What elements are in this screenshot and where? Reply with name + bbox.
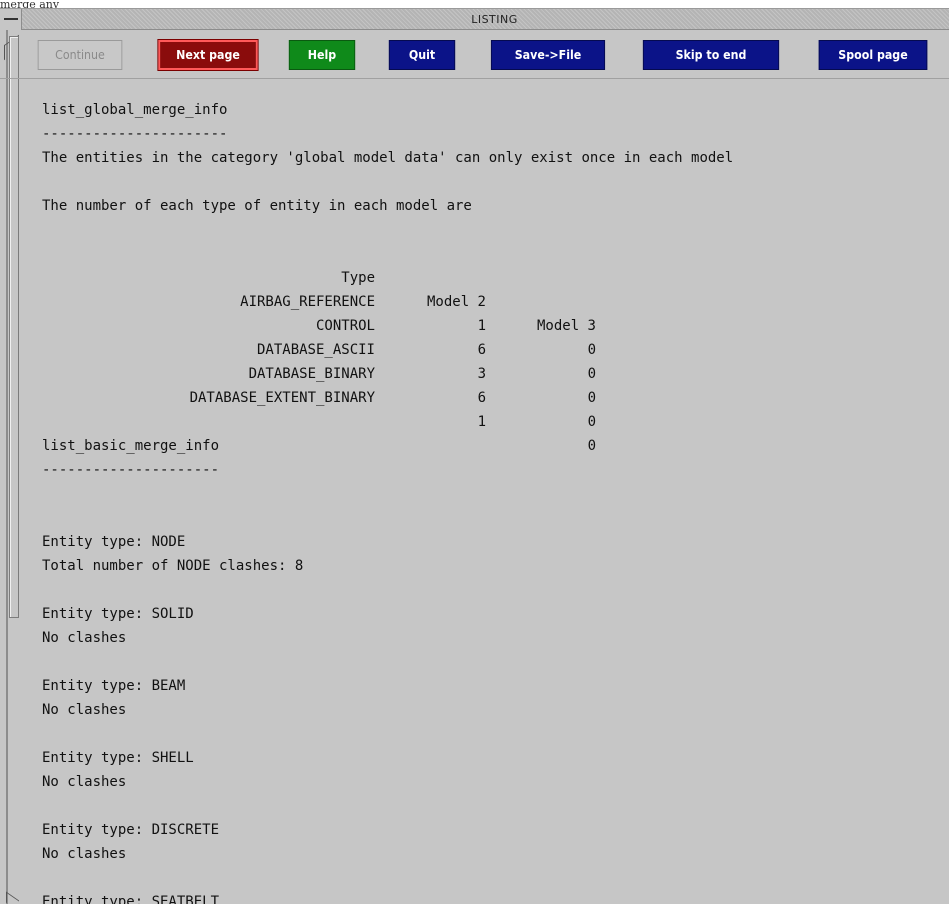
entity-type-line: Entity type: SEATBELT xyxy=(42,894,220,904)
skip-to-end-button[interactable]: Skip to end xyxy=(642,40,780,70)
entity-status-line: Total number of NODE clashes: 8 xyxy=(42,558,304,574)
table-cell-model3: 0 xyxy=(587,438,596,454)
window-left-frame xyxy=(0,30,24,904)
title-bar: LISTING xyxy=(0,8,949,30)
entity-status-line: No clashes xyxy=(42,774,127,790)
table-row: DATABASE_EXTENT_BINARY 1 0 xyxy=(42,362,947,454)
entity-status-line: No clashes xyxy=(42,630,127,646)
entity-count-description: The number of each type of entity in eac… xyxy=(42,198,472,214)
basic-merge-rule: --------------------- xyxy=(42,462,220,478)
table-row: AIRBAG_REFERENCE 1 0 xyxy=(42,266,947,358)
entity-type-line: Entity type: SHELL xyxy=(42,750,194,766)
help-button[interactable]: Help xyxy=(288,40,356,70)
listing-toolbar: Continue Next page Help Quit Save->File … xyxy=(34,39,949,74)
basic-merge-heading: list_basic_merge_info xyxy=(42,438,220,454)
save-to-file-button[interactable]: Save->File xyxy=(490,40,606,70)
entity-status-line: No clashes xyxy=(42,846,127,862)
vertical-scrollbar[interactable] xyxy=(9,36,19,618)
quit-button[interactable]: Quit xyxy=(388,40,456,70)
table-row: DATABASE_BINARY 6 0 xyxy=(42,338,947,430)
table-cell-model2: 6 xyxy=(477,390,486,406)
resize-corner-bottom[interactable] xyxy=(6,891,19,904)
table-cell-model3: 0 xyxy=(587,390,596,406)
entity-type-line: Entity type: SOLID xyxy=(42,606,194,622)
entity-type-line: Entity type: DISCRETE xyxy=(42,822,220,838)
next-page-button[interactable]: Next page xyxy=(157,39,259,71)
spool-page-button[interactable]: Spool page xyxy=(818,40,928,70)
global-merge-description: The entities in the category 'global mod… xyxy=(42,150,734,166)
table-row: CONTROL 6 0 xyxy=(42,290,947,382)
toolbar-divider xyxy=(0,78,949,79)
continue-button[interactable]: Continue xyxy=(37,40,123,70)
table-cell-model3: 0 xyxy=(587,414,596,430)
frame-line xyxy=(6,30,8,904)
listing-window: LISTING Continue Next page Help Quit Sav… xyxy=(0,8,949,904)
table-cell-model2: 1 xyxy=(477,414,486,430)
entity-status-line: No clashes xyxy=(42,702,127,718)
entity-type-line: Entity type: NODE xyxy=(42,534,186,550)
table-row: DATABASE_ASCII 3 0 xyxy=(42,314,947,406)
global-merge-rule: ---------------------- xyxy=(42,126,228,142)
entity-type-line: Entity type: BEAM xyxy=(42,678,186,694)
listing-text-area: list_global_merge_info -----------------… xyxy=(42,98,947,904)
global-merge-heading: list_global_merge_info xyxy=(42,102,228,118)
table-cell-type: DATABASE_EXTENT_BINARY xyxy=(189,390,375,406)
table-header: Type Model 2 Model 3 xyxy=(42,242,947,334)
window-title: LISTING xyxy=(471,13,518,26)
